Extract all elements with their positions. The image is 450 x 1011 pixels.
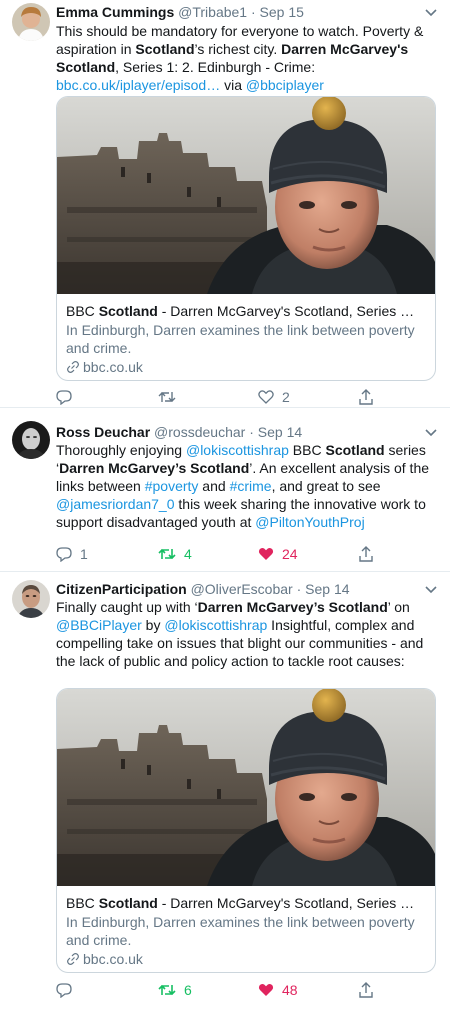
chevron-down-icon[interactable] (424, 5, 438, 19)
text-run: via (220, 77, 246, 93)
separator-dot: · (250, 4, 256, 20)
tweet-date[interactable]: Sep 14 (305, 581, 349, 597)
display-name[interactable]: CitizenParticipation (56, 581, 187, 597)
reply-button[interactable] (56, 980, 80, 1000)
card-description: In Edinburgh, Darren examines the link b… (66, 914, 415, 948)
reply-icon (56, 547, 72, 562)
bold-text: Scotland (135, 41, 195, 57)
bold-text: Scotland (325, 442, 385, 458)
share-icon (359, 982, 373, 998)
separator-dot: · (249, 424, 254, 440)
like-button[interactable]: 48 (258, 980, 298, 1000)
bold-text: Darren McGarvey’s Scotland (59, 460, 250, 476)
inline-link[interactable]: @jamesriordan7_0 (56, 496, 175, 512)
display-name[interactable]: Ross Deuchar (56, 424, 150, 440)
like-button[interactable]: 2 (258, 387, 290, 407)
text-run: ’s richest city. (194, 41, 282, 57)
inline-link[interactable]: @bbciplayer (246, 77, 324, 93)
heart-icon (258, 547, 274, 560)
card-domain: bbc.co.uk (66, 950, 425, 968)
like-button[interactable]: 24 (258, 544, 298, 564)
reply-icon (56, 983, 72, 998)
card-title: BBC Scotland - Darren McGarvey's Scotlan… (66, 895, 415, 911)
retweet-button[interactable]: 6 (158, 980, 192, 1000)
user-handle[interactable]: @OliverEscobar (191, 581, 293, 597)
share-button[interactable] (358, 980, 374, 1000)
inline-link[interactable]: #poverty (145, 478, 199, 494)
text-run: , and great to see (271, 478, 381, 494)
separator-dot: · (296, 581, 302, 597)
text-run: by (141, 617, 165, 633)
retweet-icon (158, 984, 176, 996)
inline-link[interactable]: #crime (230, 478, 272, 494)
link-card[interactable]: BBC Scotland - Darren McGarvey's Scotlan… (56, 688, 436, 973)
tweet-text: This should be mandatory for everyone to… (56, 22, 436, 94)
chevron-down-icon[interactable] (424, 582, 438, 596)
tweet-actions: 2 (56, 387, 386, 407)
inline-link[interactable]: @PiltonYouthProj (255, 514, 364, 530)
link-icon (67, 361, 79, 373)
text-run: and (198, 478, 230, 494)
tweet-2[interactable]: Ross Deuchar @rossdeuchar · Sep 14 Thoro… (0, 408, 450, 572)
inline-link[interactable]: @lokiscottishrap (164, 617, 267, 633)
avatar[interactable] (12, 580, 50, 618)
user-handle[interactable]: @Tribabe1 (178, 4, 247, 20)
card-description: In Edinburgh, Darren examines the link b… (66, 322, 415, 356)
inline-link[interactable]: @BBCiPlayer (56, 617, 142, 633)
card-domain: bbc.co.uk (66, 358, 425, 376)
tweet-3[interactable]: CitizenParticipation @OliverEscobar · Se… (0, 572, 450, 1011)
card-image (57, 97, 435, 294)
text-run: BBC (288, 442, 326, 458)
text-run: , Series 1: 2. Edinburgh - Crime: (115, 59, 316, 75)
retweet-icon (158, 392, 176, 402)
tweet-text: Thoroughly enjoying @lokiscottishrap BBC… (56, 441, 436, 531)
tweet-actions: 6 48 (56, 980, 386, 1000)
inline-link[interactable]: @lokiscottishrap (186, 442, 289, 458)
tweet-actions: 1 4 24 (56, 544, 386, 564)
tweet-header: CitizenParticipation @OliverEscobar · Se… (56, 580, 430, 599)
text-run: ’ on (387, 599, 410, 615)
tweet-header: Emma Cummings @Tribabe1 · Sep 15 (56, 3, 430, 22)
avatar[interactable] (12, 3, 50, 41)
display-name[interactable]: Emma Cummings (56, 4, 174, 20)
share-button[interactable] (358, 387, 374, 407)
bold-text: Darren McGarvey’s Scotland (197, 599, 388, 615)
reply-icon (56, 390, 72, 405)
reply-button[interactable]: 1 (56, 544, 88, 564)
tweet-date[interactable]: Sep 14 (258, 424, 302, 440)
link-icon (67, 953, 79, 965)
tweet-1[interactable]: Emma Cummings @Tribabe1 · Sep 15 This sh… (0, 0, 450, 408)
text-run: Thoroughly enjoying (56, 442, 186, 458)
retweet-icon (158, 548, 176, 560)
user-handle[interactable]: @rossdeuchar (154, 424, 245, 440)
chevron-down-icon[interactable] (424, 425, 438, 439)
tweet-header: Ross Deuchar @rossdeuchar · Sep 14 (56, 423, 430, 442)
retweet-button[interactable]: 4 (158, 544, 192, 564)
link-card[interactable]: BBC Scotland - Darren McGarvey's Scotlan… (56, 96, 436, 381)
retweet-button[interactable] (158, 387, 184, 407)
text-run: Finally caught up with ‘ (56, 599, 198, 615)
tweet-text: Finally caught up with ‘Darren McGarvey’… (56, 598, 436, 670)
share-icon (359, 546, 373, 562)
heart-icon (258, 983, 274, 996)
share-icon (359, 389, 373, 405)
tweet-date[interactable]: Sep 15 (260, 4, 304, 20)
inline-link[interactable]: bbc.co.uk/iplayer/episod… (56, 77, 220, 93)
avatar[interactable] (12, 421, 50, 459)
card-title: BBC Scotland - Darren McGarvey's Scotlan… (66, 303, 415, 319)
reply-button[interactable] (56, 387, 80, 407)
share-button[interactable] (358, 544, 374, 564)
heart-icon (258, 390, 274, 404)
card-image (57, 689, 435, 886)
